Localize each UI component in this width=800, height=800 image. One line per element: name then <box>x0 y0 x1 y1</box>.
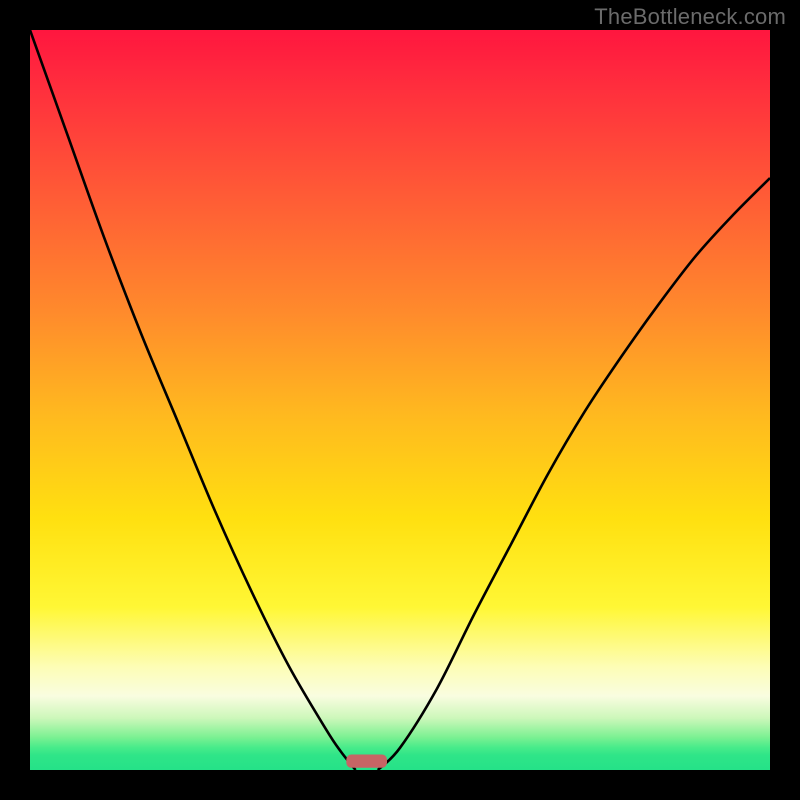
chart-frame: TheBottleneck.com <box>0 0 800 800</box>
watermark-label: TheBottleneck.com <box>594 4 786 30</box>
minimum-marker <box>346 755 387 768</box>
plot-area <box>30 30 770 770</box>
plot-svg <box>30 30 770 770</box>
curve-right <box>378 178 770 770</box>
curve-left <box>30 30 356 770</box>
